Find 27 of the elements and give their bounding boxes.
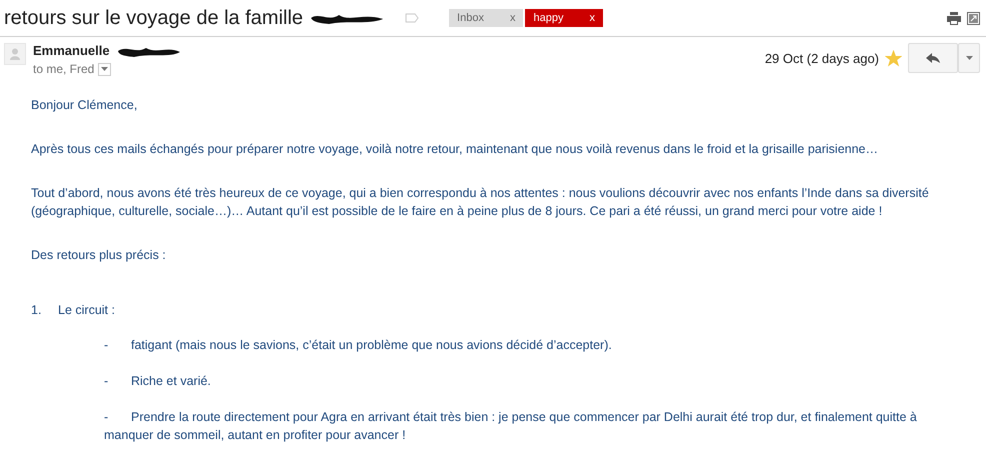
message-date: 29 Oct (2 days ago) [764,51,879,66]
body-paragraph: Bonjour Clémence, [31,97,138,114]
list-item-text: Le circuit : [58,302,115,319]
new-window-icon[interactable] [967,12,980,24]
bullet-item: - Prendre la route directement pour Agra en arrivant était très bien : je pense que commencer par Delhi aurait été trop dur, et finalement quitte à manquer de sommeil, autant en profiter pour avancer ! [103,409,918,444]
reply-button[interactable] [908,43,958,73]
email-subject: retours sur le voyage de la famille [4,6,304,30]
avatar [4,43,26,65]
body-paragraph: Des retours plus précis : [31,247,167,264]
body-paragraph: Tout d’abord, nous avons été très heureux de ce voyage, qui a bien correspondu à nos attentes : nous voulions découvrir avec nos enfants l’Inde dans sa diversité (géographique, culturelle, sociale…)… Autant qu’il est possible de le faire en à peine plus de 8 jours. Ce pari a été réussi, un grand merci pour votre aide ! [31,185,930,220]
caret-icon [966,56,972,60]
more-options-button[interactable] [958,43,980,73]
list-number: 1. [31,302,42,319]
bullet-item: - Riche et varié. [103,373,212,390]
caret-icon [101,67,108,71]
label-tag[interactable]: Inbox x [449,9,524,27]
star-icon[interactable] [885,50,902,67]
sender-name: Emmanuelle [33,43,110,58]
body-paragraph: Après tous ces mails échangés pour préparer notre voyage, voilà notre retour, maintenant que nous voilà revenus dans le froid et la grisaille parisienne… [31,141,880,158]
reply-icon [926,53,940,63]
bullet-item: - fatigant (mais nous le savions, c’était un problème que nous avions décidé d’accepter). [103,337,613,354]
remove-label-button[interactable]: x [589,12,595,24]
recipients: to me, Fred [33,62,94,76]
print-icon[interactable] [947,12,961,24]
remove-label-button[interactable]: x [510,12,516,24]
details-dropdown[interactable] [98,62,112,76]
label-tag[interactable]: happy x [525,9,603,27]
